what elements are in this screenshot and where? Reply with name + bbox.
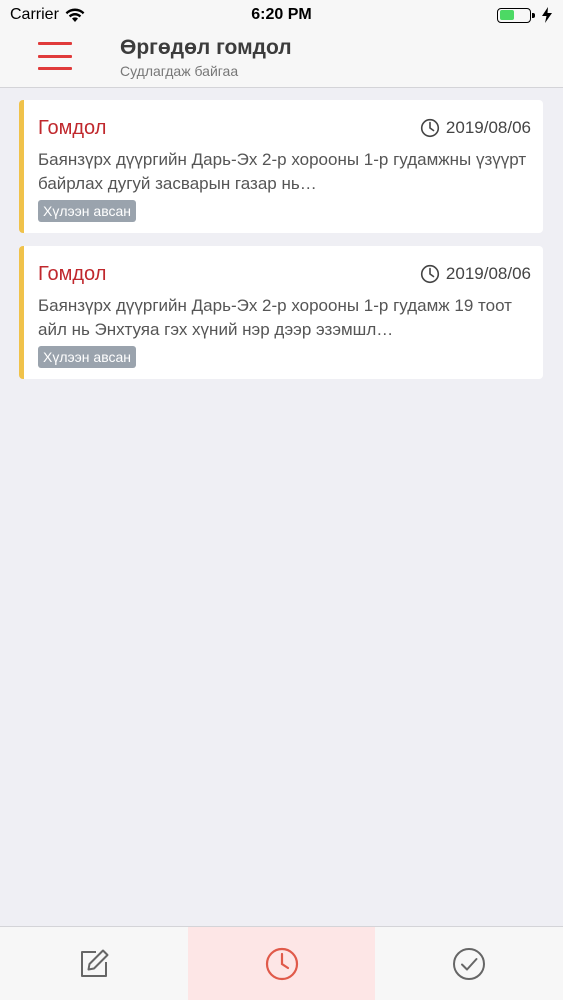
hamburger-icon-line <box>38 54 72 58</box>
hamburger-icon-line <box>38 67 72 70</box>
tab-bar <box>0 926 563 1000</box>
item-description: Баянзүрх дүүргийн Дарь-Эх 2-р хорооны 1-… <box>38 296 512 339</box>
card-header: Гомдол 2019/08/06 <box>38 114 531 142</box>
status-time: 6:20 PM <box>251 6 312 23</box>
clock-icon <box>420 118 440 138</box>
tab-new-request[interactable] <box>0 927 188 1000</box>
list-item[interactable]: Гомдол 2019/08/06 Баянзүрх дүүргийн Дарь… <box>19 246 543 379</box>
item-date: 2019/08/06 <box>445 118 531 137</box>
battery-icon <box>497 7 535 23</box>
hamburger-icon-line <box>38 42 72 45</box>
app-header: Өргөдөл гомдол Судлагдаж байгаа <box>0 30 563 88</box>
tab-completed[interactable] <box>375 927 563 1000</box>
page-subtitle: Судлагдаж байгаа <box>120 63 239 79</box>
menu-button[interactable] <box>38 39 72 73</box>
item-description: Баянзүрх дүүргийн Дарь-Эх 2-р хорооны 1-… <box>38 150 527 193</box>
page-title: Өргөдөл гомдол <box>120 36 292 59</box>
edit-icon <box>80 949 109 977</box>
clock-icon <box>265 947 298 980</box>
clock-icon <box>420 264 440 284</box>
item-date: 2019/08/06 <box>445 264 531 283</box>
status-bar: Carrier 6:20 PM <box>0 0 563 30</box>
item-date-group: 2019/08/06 <box>420 264 531 284</box>
complaint-list: Гомдол 2019/08/06 Баянзүрх дүүргийн Дарь… <box>19 100 543 392</box>
tab-in-progress[interactable] <box>187 927 376 1000</box>
status-badge: Хүлээн авсан <box>38 346 136 368</box>
check-circle-icon <box>453 947 486 980</box>
item-date-group: 2019/08/06 <box>420 118 531 138</box>
item-type: Гомдол <box>38 116 107 139</box>
list-item[interactable]: Гомдол 2019/08/06 Баянзүрх дүүргийн Дарь… <box>19 100 543 233</box>
item-type: Гомдол <box>38 262 107 285</box>
card-header: Гомдол 2019/08/06 <box>38 260 531 288</box>
status-badge: Хүлээн авсан <box>38 200 136 222</box>
